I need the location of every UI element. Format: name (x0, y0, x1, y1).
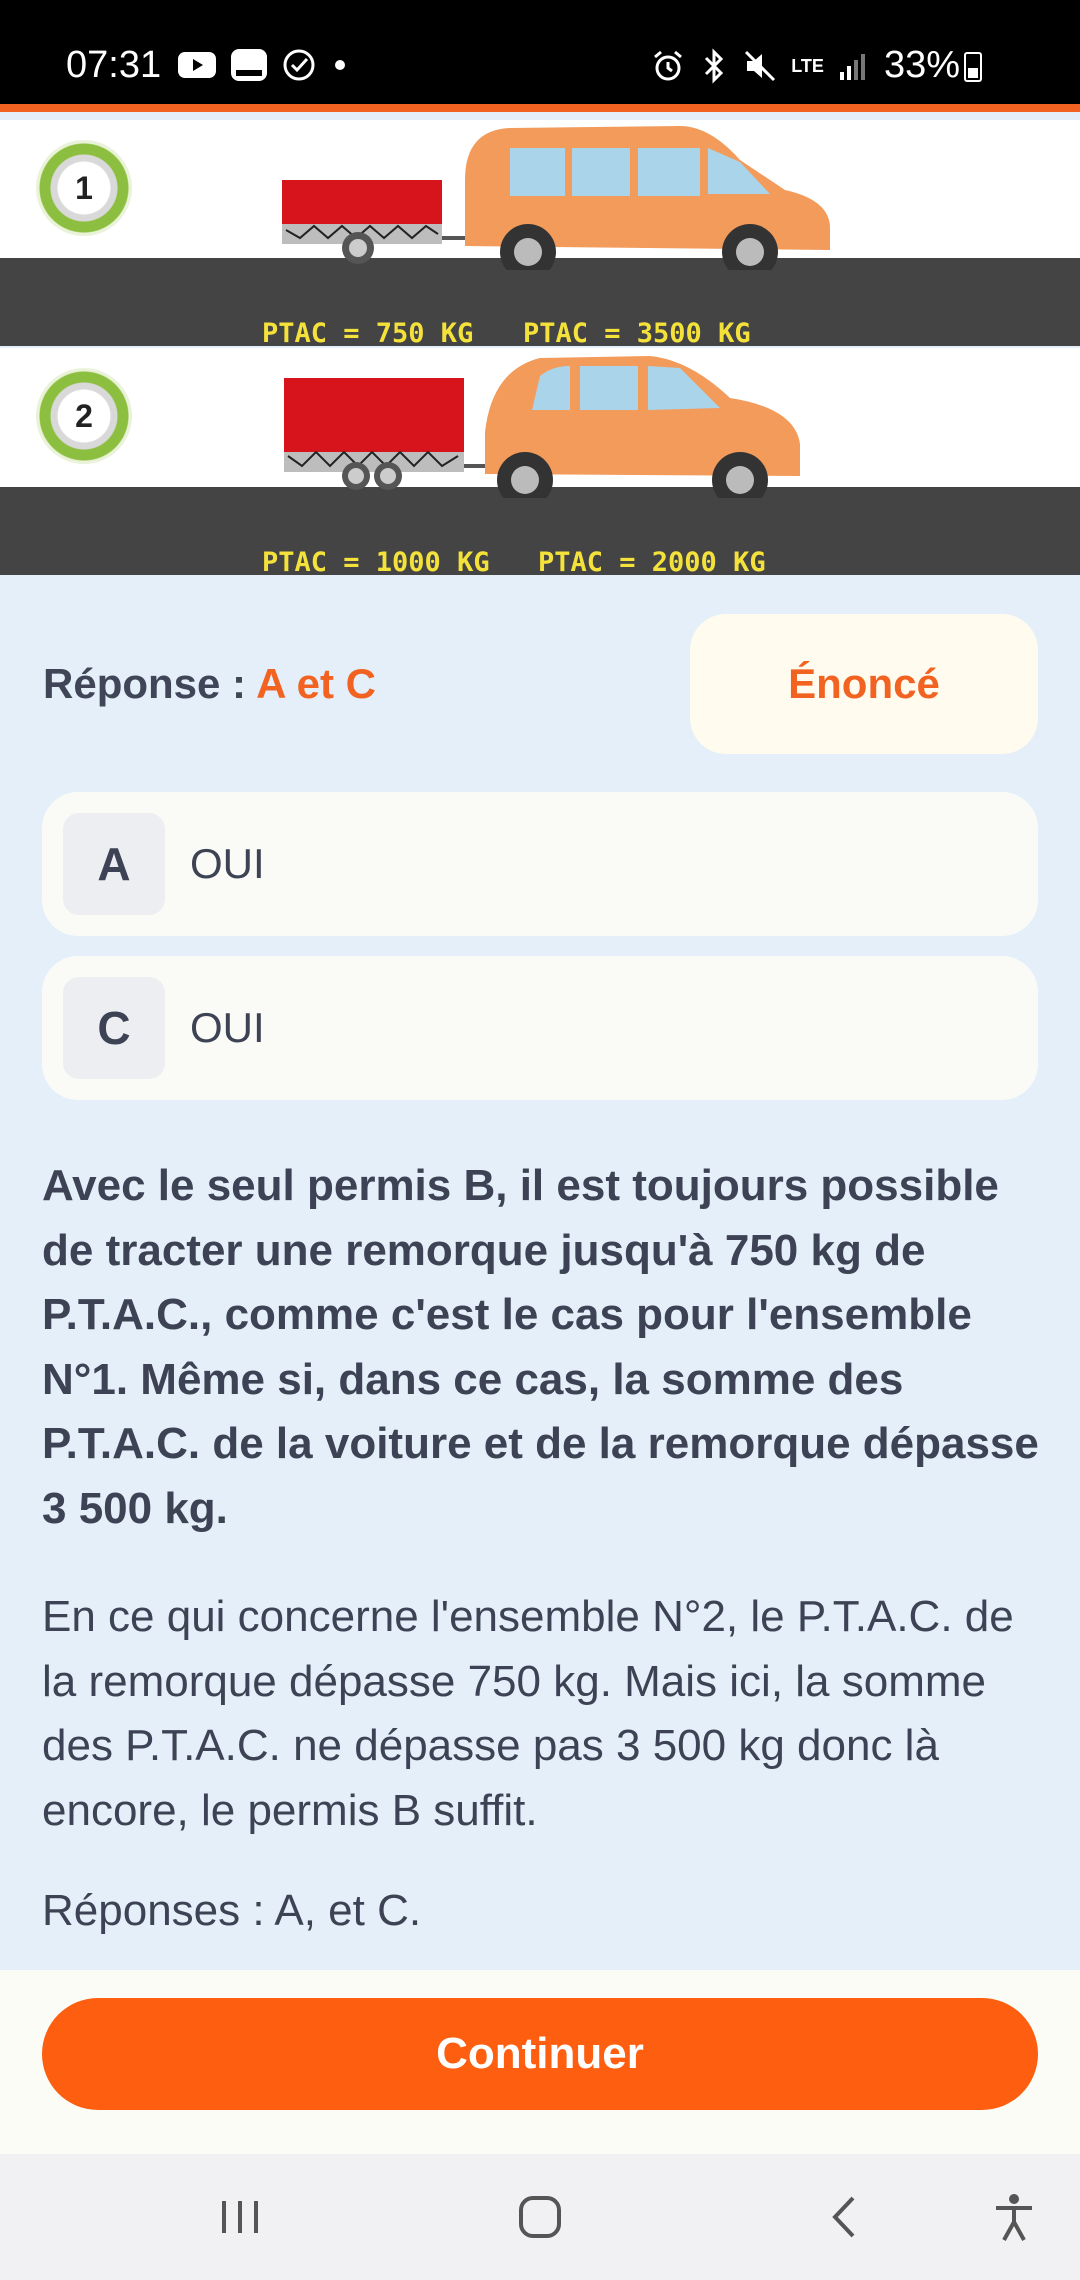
alarm-icon (654, 50, 683, 80)
accessibility-button[interactable] (964, 2154, 1064, 2280)
answer-value: A et C (256, 660, 376, 707)
battery-icon (964, 52, 982, 82)
scene-2-vehicle (284, 356, 800, 498)
option-c-text: OUI (190, 1004, 265, 1051)
illustration-scene-1: 1 PTAC = 750 KG PTAC = 3500 KG (0, 120, 1080, 349)
status-accent-line (0, 104, 1080, 112)
mute-icon (745, 50, 776, 81)
home-button[interactable] (490, 2154, 590, 2280)
message-icon (231, 49, 267, 81)
status-left-icons (178, 48, 350, 82)
bottom-panel: Continuer (0, 1970, 1080, 2154)
scene-2-car-ptac: PTAC = 2000 KG (538, 547, 766, 578)
illustration-scene-2: 2 PTAC = 1000 KG PTAC = 2000 KG (0, 348, 1080, 578)
scene-1-car-ptac: PTAC = 3500 KG (523, 318, 751, 349)
continue-button[interactable]: Continuer (42, 1998, 1038, 2110)
van-icon (465, 126, 830, 270)
bluetooth-icon (705, 47, 724, 84)
home-icon (519, 2196, 561, 2238)
scene-1-vehicle (282, 126, 830, 270)
status-bar: 07:31 LTE 33% (0, 0, 1080, 112)
scene-1-number: 1 (75, 170, 93, 206)
trailer-icon (284, 378, 486, 490)
back-button[interactable] (794, 2154, 894, 2280)
enonce-button[interactable]: Énoncé (690, 614, 1038, 754)
youtube-icon (178, 52, 216, 78)
signal-icon (839, 53, 865, 80)
status-time: 07:31 (66, 44, 162, 86)
answer-label-text: Réponse : (43, 660, 257, 707)
dot-icon (335, 60, 345, 70)
lte-indicator: LTE (791, 55, 824, 76)
option-c-letter: C (63, 977, 165, 1079)
recent-apps-icon (222, 2201, 258, 2233)
scene-2-badge: 2 (36, 368, 132, 464)
scene-2-trailer-ptac: PTAC = 1000 KG (262, 547, 490, 578)
option-a-text: OUI (190, 840, 265, 887)
scene-1-trailer-ptac: PTAC = 750 KG (262, 318, 474, 349)
explanation-normal: En ce qui concerne l'ensemble N°2, le P.… (42, 1592, 1014, 1835)
system-nav-bar (0, 2154, 1080, 2280)
option-a: A OUI (42, 792, 1038, 936)
battery-percent: 33% (883, 44, 960, 86)
status-right: LTE 33% (651, 44, 960, 87)
car-icon (485, 356, 800, 498)
option-c: C OUI (42, 956, 1038, 1100)
recent-apps-button[interactable] (190, 2154, 290, 2280)
back-icon (832, 2196, 855, 2238)
check-circle-icon (283, 49, 315, 81)
scene-1-badge: 1 (36, 140, 132, 236)
explanation-bold: Avec le seul permis B, il est toujours p… (42, 1161, 1039, 1533)
scene-2-number: 2 (75, 398, 93, 434)
option-a-letter: A (63, 813, 165, 915)
accessibility-icon (996, 2194, 1032, 2241)
trailer-icon (282, 180, 472, 264)
answer-label: Réponse : A et C (43, 660, 376, 708)
responses-summary: Réponses : A, et C. (42, 1886, 422, 1935)
